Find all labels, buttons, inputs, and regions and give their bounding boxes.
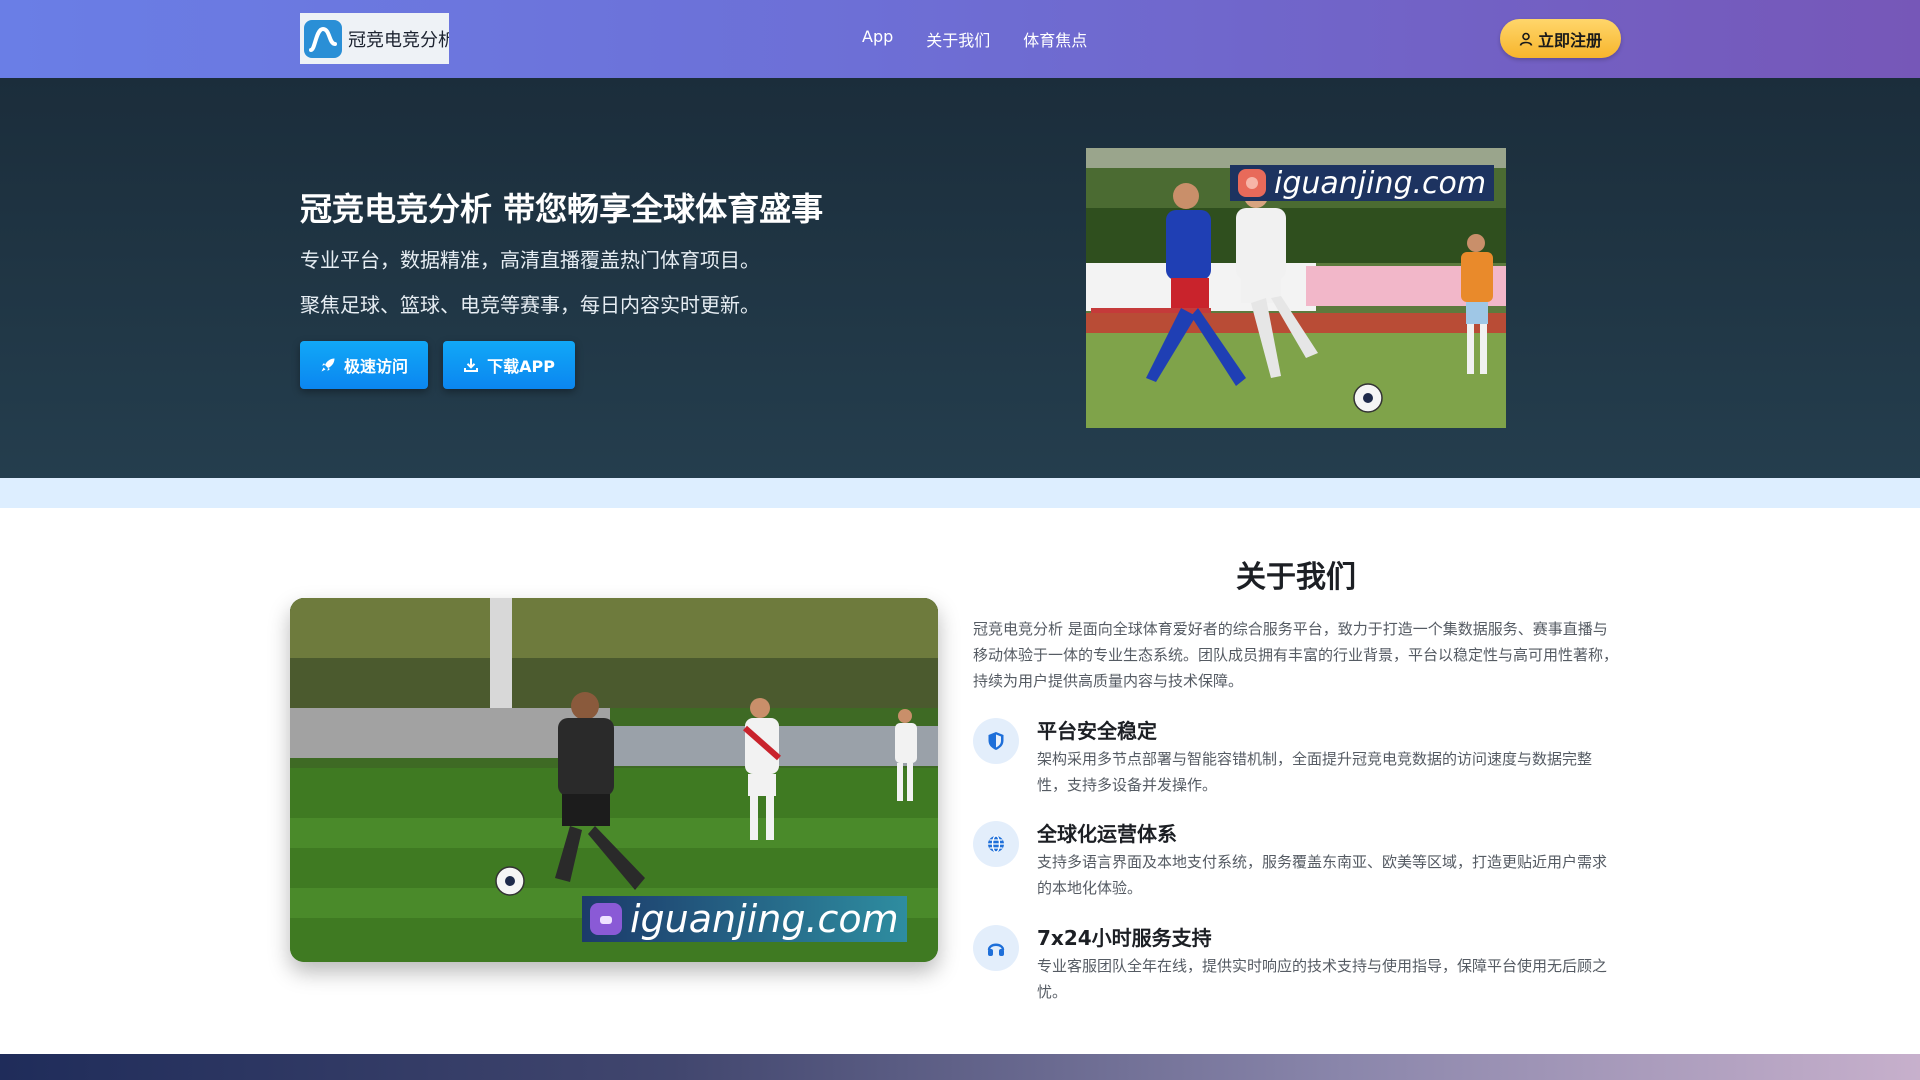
fast-access-label: 极速访问 (343, 357, 408, 376)
about-description: 冠竞电竞分析 是面向全球体育爱好者的综合服务平台，致力于打造一个集数据服务、赛事… (973, 620, 1619, 690)
feature-icon-circle (973, 821, 1019, 867)
fast-access-button[interactable]: 极速访问 (300, 341, 428, 389)
feature-icon-circle (973, 925, 1019, 971)
about-watermark-text: iguanjing.com (630, 897, 899, 941)
feature-description: 架构采用多节点部署与智能容错机制，全面提升冠竞电竞数据的访问速度与数据完整性，支… (1037, 750, 1593, 794)
globe-icon (988, 835, 1004, 853)
register-label: 立即注册 (1537, 30, 1602, 50)
logo-text: 冠竞电竞分析 (348, 29, 449, 51)
feature-title: 7x24小时服务支持 (1037, 926, 1212, 950)
hero-subtitle-1: 专业平台，数据精准，高清直播覆盖热门体育项目。 (300, 248, 760, 272)
hero-subtitle-2: 聚焦足球、篮球、电竞等赛事，每日内容实时更新。 (300, 293, 760, 317)
rocket-icon (321, 358, 335, 372)
watermark-logo-icon (590, 903, 622, 935)
nav-link-about[interactable]: 关于我们 (926, 27, 990, 51)
site-logo[interactable]: 冠竞电竞分析 (300, 13, 449, 64)
feature-description: 专业客服团队全年在线，提供实时响应的技术支持与使用指导，保障平台使用无后顾之忧。 (1037, 957, 1608, 1001)
download-icon (464, 358, 479, 372)
register-button[interactable]: 立即注册 (1500, 19, 1621, 58)
feature-title: 全球化运营体系 (1037, 822, 1177, 846)
download-app-button[interactable]: 下载APP (443, 341, 575, 389)
section-divider-band (0, 478, 1920, 508)
hero-section (0, 78, 1920, 507)
about-watermark: iguanjing.com (582, 896, 907, 942)
logo-icon (304, 19, 342, 58)
user-icon (1519, 32, 1533, 46)
watermark-logo-icon (1238, 169, 1266, 197)
hero-watermark-text: iguanjing.com (1274, 165, 1487, 201)
nav-link-app[interactable]: App (862, 27, 893, 51)
hero-watermark: iguanjing.com (1230, 165, 1495, 201)
feature-description: 支持多语言界面及本地支付系统，服务覆盖东南亚、欧美等区域，打造更贴近用户需求的本… (1037, 853, 1608, 897)
nav-menu: App 关于我们 体育焦点 (862, 27, 1087, 51)
feature-title: 平台安全稳定 (1037, 719, 1157, 743)
footer-gradient-band (0, 1054, 1920, 1080)
about-title: 关于我们 (1236, 560, 1356, 595)
hero-soccer-photo: iguanjing.com (1086, 148, 1506, 428)
shield-icon (988, 732, 1004, 750)
about-soccer-photo: iguanjing.com (290, 598, 938, 962)
nav-link-sports[interactable]: 体育焦点 (1023, 27, 1087, 51)
top-navbar: 冠竞电竞分析 App 关于我们 体育焦点 立即注册 (0, 0, 1920, 78)
hero-title: 冠竞电竞分析 带您畅享全球体育盛事 (300, 190, 824, 228)
download-app-label: 下载APP (487, 357, 555, 376)
feature-icon-circle (973, 718, 1019, 764)
headset-icon (987, 943, 1005, 956)
